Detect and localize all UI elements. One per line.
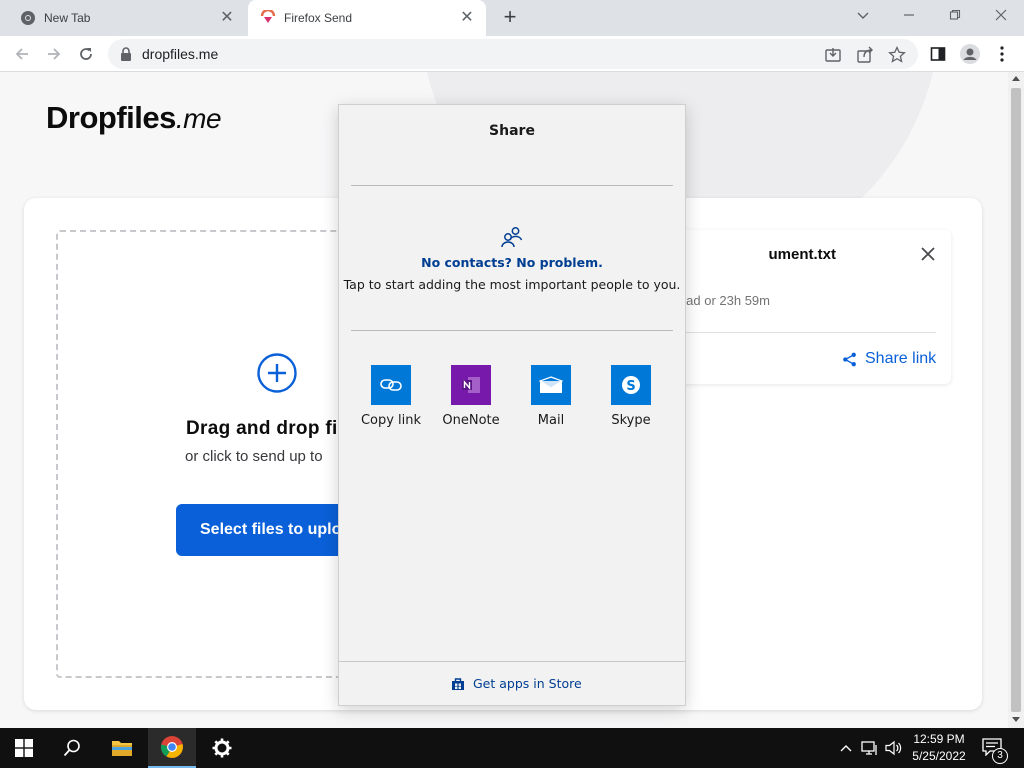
share-target-skype[interactable]: S Skype (591, 365, 671, 428)
get-apps-in-store-link[interactable]: Get apps in Store (451, 676, 582, 691)
chrome-icon (160, 736, 183, 758)
address-bar[interactable]: dropfiles.me (108, 39, 918, 69)
store-bag-icon (452, 677, 464, 690)
side-panel-icon[interactable] (926, 42, 950, 66)
url-text: dropfiles.me (142, 46, 219, 62)
show-hidden-icons-chevron-icon[interactable] (836, 738, 856, 758)
onenote-icon (451, 365, 491, 405)
divider (351, 185, 673, 186)
close-tab-icon[interactable]: ✕ (218, 9, 236, 27)
search-button[interactable] (48, 728, 96, 768)
share-dialog-title: Share (489, 123, 535, 139)
close-window-button[interactable] (987, 4, 1015, 28)
browser-menu-icon[interactable] (990, 42, 1014, 66)
dropzone-subtitle: or click to send up to (185, 448, 323, 465)
share-link-button[interactable]: Share link (842, 350, 936, 368)
divider (684, 332, 936, 333)
tab-title: Firefox Send (284, 11, 353, 25)
mail-icon (531, 365, 571, 405)
scroll-thumb[interactable] (1011, 88, 1021, 712)
divider (351, 330, 673, 331)
dropzone-title: Drag and drop fi (186, 418, 338, 439)
settings-taskbar-button[interactable] (198, 728, 246, 768)
tab-title: New Tab (44, 11, 91, 25)
share-link-label: Share link (865, 350, 937, 367)
store-link-label: Get apps in Store (473, 676, 582, 691)
restore-button[interactable] (941, 4, 969, 28)
search-icon (63, 739, 80, 757)
share-nodes-icon (843, 352, 856, 366)
volume-icon[interactable] (884, 738, 904, 758)
contacts-icon[interactable] (500, 225, 524, 249)
brand-suffix: .me (175, 103, 222, 134)
start-button[interactable] (0, 728, 48, 768)
share-icon[interactable] (856, 46, 874, 64)
firefox-send-icon (260, 10, 276, 23)
install-app-icon[interactable] (824, 46, 842, 64)
clock-time: 12:59 PM (913, 732, 965, 746)
windows-logo-icon (15, 739, 33, 757)
share-target-label: OneNote (442, 413, 500, 428)
share-target-mail[interactable]: Mail (511, 365, 591, 428)
action-center-button[interactable]: 3 (980, 736, 1008, 764)
share-target-label: Skype (611, 413, 651, 428)
tab-new-tab[interactable]: New Tab ✕ (8, 0, 246, 36)
tab-search-icon[interactable] (849, 4, 877, 28)
share-target-copy-link[interactable]: Copy link (351, 365, 431, 428)
svg-text:S: S (626, 379, 635, 394)
forward-icon[interactable] (42, 42, 66, 66)
share-target-label: Copy link (360, 413, 422, 428)
page-scrollbar[interactable] (1008, 72, 1024, 728)
share-target-label: Mail (537, 413, 565, 428)
share-target-onenote[interactable]: OneNote (431, 365, 511, 428)
reload-icon[interactable] (74, 42, 98, 66)
brand-logo[interactable]: Dropfiles.me (46, 100, 222, 136)
windows-taskbar: 12:59 PM 5/25/2022 3 (0, 728, 1024, 768)
chrome-taskbar-button[interactable] (148, 728, 196, 768)
file-explorer-button[interactable] (98, 728, 146, 768)
close-icon[interactable] (918, 244, 938, 264)
select-files-label: Select files to uploa (200, 521, 351, 538)
add-circle-icon (257, 353, 297, 393)
bookmark-star-icon[interactable] (888, 46, 906, 64)
tab-firefox-send[interactable]: Firefox Send ✕ (248, 0, 486, 36)
contacts-heading[interactable]: No contacts? No problem. (339, 255, 685, 270)
skype-icon: S (611, 365, 651, 405)
notification-count-badge: 3 (992, 748, 1008, 764)
copy-link-icon (371, 365, 411, 405)
profile-avatar-icon[interactable] (958, 42, 982, 66)
minimize-button[interactable] (895, 4, 923, 28)
scroll-down-arrow-icon[interactable] (1012, 717, 1020, 722)
system-clock[interactable]: 12:59 PM 5/25/2022 (902, 731, 976, 765)
back-icon[interactable] (10, 42, 34, 66)
tab-strip: New Tab ✕ Firefox Send ✕ + (0, 0, 1024, 36)
network-icon[interactable] (860, 738, 880, 758)
windows-share-dialog: Share No contacts? No problem. Tap to st… (338, 104, 686, 706)
browser-toolbar: dropfiles.me (0, 36, 1024, 72)
store-bar: Get apps in Store (339, 661, 685, 705)
scroll-up-arrow-icon[interactable] (1012, 76, 1020, 81)
new-tab-button[interactable]: + (498, 6, 522, 30)
chrome-icon (21, 11, 35, 25)
gear-icon (212, 738, 232, 758)
contacts-hint: Tap to start adding the most important p… (343, 277, 681, 292)
brand-name: Dropfiles (46, 100, 176, 135)
clock-date: 5/25/2022 (912, 749, 966, 763)
close-tab-icon[interactable]: ✕ (458, 9, 476, 27)
folder-icon (112, 741, 132, 756)
lock-icon (121, 47, 131, 61)
